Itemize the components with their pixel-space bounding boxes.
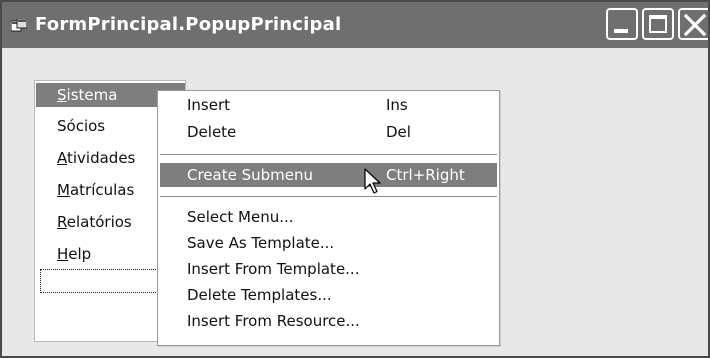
app-form-icon (11, 19, 27, 32)
app-window: FormPrincipal.PopupPrincipal Sistema Sóc… (0, 0, 710, 358)
mouse-pointer-icon (364, 168, 381, 194)
popup-item-delete[interactable]: Delete Del (160, 120, 497, 144)
menu-item-atividades[interactable]: Atividades (57, 149, 135, 167)
menu-item-help[interactable]: Help (57, 245, 91, 263)
menu-item-hotkey: A (57, 149, 67, 167)
popup-item-create-submenu[interactable]: Create Submenu Ctrl+Right (160, 163, 497, 187)
popup-item-shortcut: Del (386, 123, 411, 141)
minimize-icon (614, 29, 628, 33)
menu-item-label: elp (68, 245, 92, 263)
minimize-button[interactable] (606, 8, 638, 40)
context-popup-menu: Insert Ins Delete Del Create Submenu Ctr… (157, 90, 500, 346)
popup-item-insert-from-template[interactable]: Insert From Template... (160, 257, 497, 281)
popup-item-select-menu[interactable]: Select Menu... (160, 205, 497, 229)
menu-item-hotkey: H (57, 245, 69, 263)
popup-item-insert-from-resource[interactable]: Insert From Resource... (160, 309, 497, 333)
menu-separator (160, 154, 497, 156)
popup-item-insert[interactable]: Insert Ins (160, 93, 497, 117)
menu-item-hotkey: M (57, 181, 70, 199)
form-client-area: Sistema Sócios Atividades Matrículas Rel… (2, 48, 708, 356)
menu-item-socios[interactable]: Sócios (57, 117, 105, 135)
popup-item-delete-templates[interactable]: Delete Templates... (160, 283, 497, 307)
menu-separator (160, 196, 497, 198)
popup-item-label: Select Menu... (187, 208, 294, 226)
close-icon (683, 13, 707, 37)
popup-item-label: Insert From Template... (187, 260, 360, 278)
maximize-button[interactable] (642, 8, 674, 40)
popup-item-label: Insert From Resource... (187, 312, 360, 330)
menu-item-hotkey: R (57, 213, 67, 231)
popup-item-label: Save As Template... (187, 234, 335, 252)
menu-item-hotkey: S (57, 86, 67, 104)
menu-item-label: atrículas (69, 181, 135, 199)
popup-item-label: Insert (187, 96, 231, 114)
menu-item-label: istema (66, 86, 118, 104)
maximize-icon (649, 15, 667, 33)
menu-item-label: tividades (67, 149, 136, 167)
popup-item-shortcut: Ins (386, 96, 408, 114)
title-bar[interactable]: FormPrincipal.PopupPrincipal (2, 2, 708, 48)
popup-item-label: Delete Templates... (187, 286, 332, 304)
close-button[interactable] (678, 8, 708, 40)
window-title: FormPrincipal.PopupPrincipal (35, 14, 342, 35)
menu-item-label: elatórios (66, 213, 132, 231)
popup-item-shortcut: Ctrl+Right (386, 166, 465, 184)
menu-item-label: Sócios (57, 117, 106, 135)
menu-item-matriculas[interactable]: Matrículas (57, 181, 134, 199)
popup-item-label: Create Submenu (187, 166, 314, 184)
menu-item-relatorios[interactable]: Relatórios (57, 213, 132, 231)
popup-item-label: Delete (187, 123, 237, 141)
popup-item-save-as-template[interactable]: Save As Template... (160, 231, 497, 255)
